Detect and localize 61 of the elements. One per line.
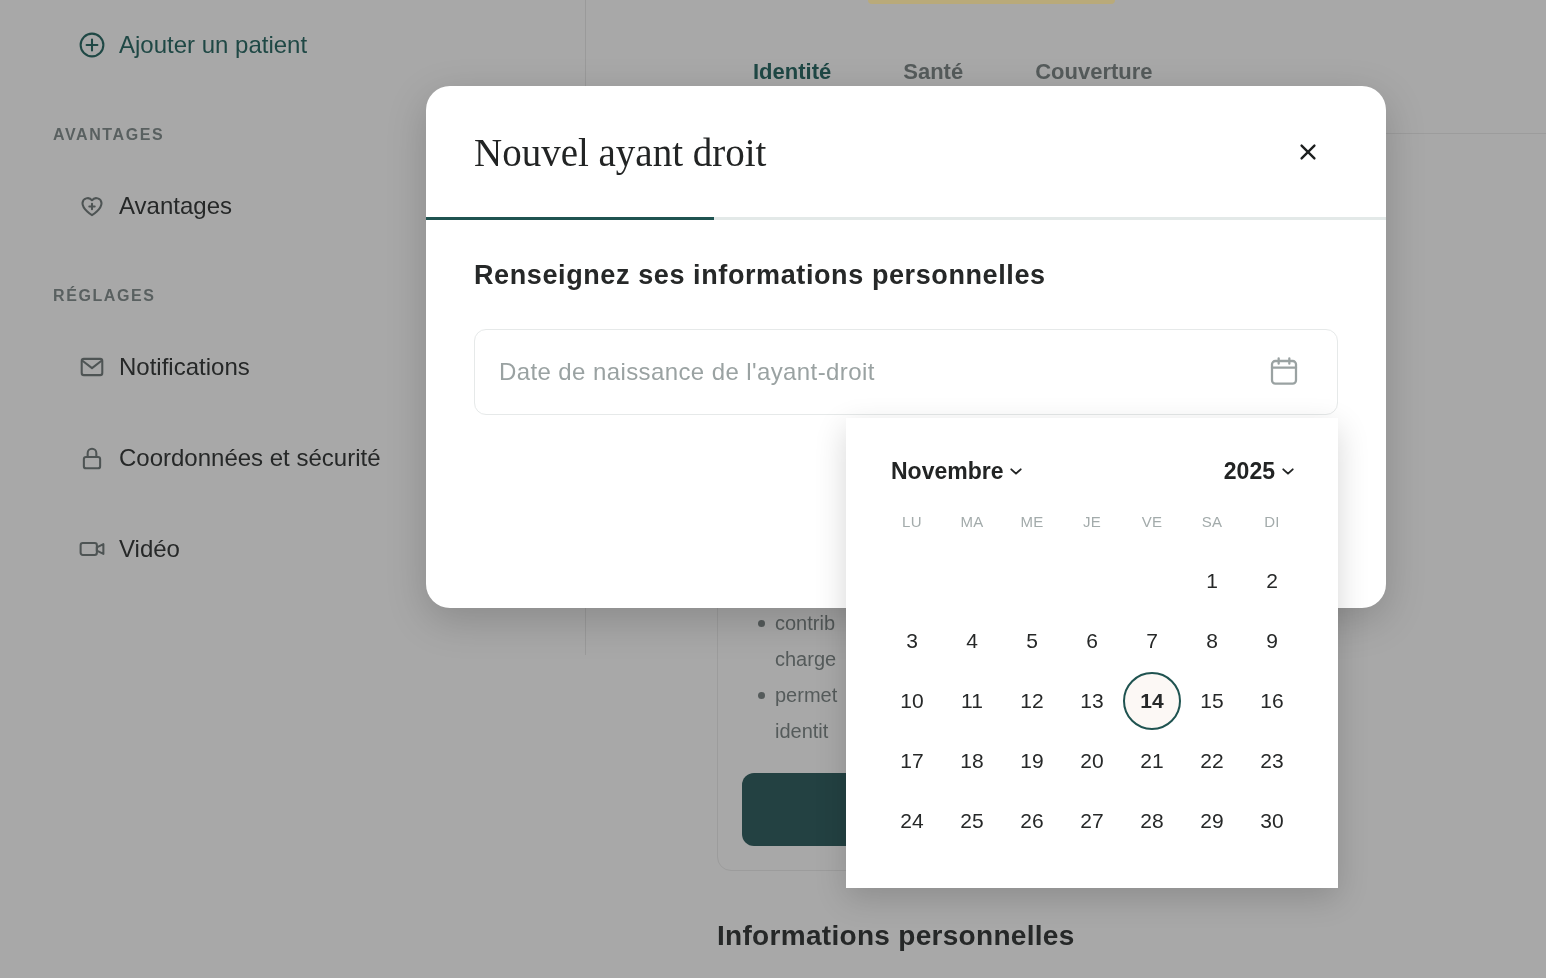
calendar-day[interactable]: 20 [1063,732,1121,790]
weekday-label: SA [1201,512,1223,530]
weekday-label: MA [960,512,984,530]
plus-circle-icon [79,32,105,58]
list-text: charge [775,647,837,672]
section-heading: Informations personnelles [717,919,1075,953]
calendar-day[interactable]: 11 [943,672,1001,730]
calendar-day[interactable]: 30 [1243,792,1301,850]
bullet-icon [758,692,765,699]
tab[interactable]: Identité [753,58,832,86]
calendar-day[interactable]: 26 [1003,792,1061,850]
calendar-day[interactable]: 24 [883,792,941,850]
calendar-day[interactable]: 12 [1003,672,1061,730]
add-patient-link[interactable]: Ajouter un patient [79,21,308,69]
modal-title: Nouvel ayant droit [474,130,767,175]
calendar-day[interactable]: 15 [1183,672,1241,730]
calendar-day[interactable]: 22 [1183,732,1241,790]
sidebar-item[interactable]: Coordonnées et sécurité [79,434,381,482]
calendar-day[interactable]: 19 [1003,732,1061,790]
calendar-day[interactable]: 4 [943,612,1001,670]
section-label: AVANTAGES [53,125,165,145]
calendar-day[interactable]: 13 [1063,672,1121,730]
weekday-label: LU [902,512,922,530]
calendar-day[interactable]: 29 [1183,792,1241,850]
calendar-day[interactable]: 6 [1063,612,1121,670]
calendar-icon[interactable] [1268,355,1300,387]
calendar-day[interactable]: 7 [1123,612,1181,670]
calendar-day[interactable]: 14 [1123,672,1181,730]
list-text: identit [775,719,829,744]
date-field[interactable]: Date de naissance de l'ayant-droit [474,329,1338,415]
calendar-day[interactable]: 16 [1243,672,1301,730]
calendar-day[interactable]: 21 [1123,732,1181,790]
calendar-day[interactable]: 17 [883,732,941,790]
calendar-day[interactable]: 5 [1003,612,1061,670]
calendar-day[interactable]: 2 [1243,552,1301,610]
calendar-day[interactable]: 3 [883,612,941,670]
list-text: permet [775,683,838,708]
sidebar-item[interactable]: Avantages [79,182,232,230]
calendar-day[interactable]: 27 [1063,792,1121,850]
list-text: contrib [775,611,836,636]
weekday-label: ME [1020,512,1044,530]
form-heading: Renseignez ses informations personnelles [474,259,1046,291]
calendar-day[interactable]: 28 [1123,792,1181,850]
sidebar-item[interactable]: Notifications [79,343,250,391]
bullet-icon [758,620,765,627]
sidebar-item[interactable]: Vidéo [79,525,180,573]
calendar-day[interactable]: 25 [943,792,1001,850]
calendar-day[interactable]: 1 [1183,552,1241,610]
chevron-down-icon [1282,467,1294,475]
calendar-day[interactable]: 8 [1183,612,1241,670]
calendar-day[interactable]: 10 [883,672,941,730]
weekday-label: VE [1141,512,1163,530]
section-label: RÉGLAGES [53,285,156,306]
year-dropdown[interactable]: 2025 [1223,457,1294,485]
calendar-day[interactable]: 18 [943,732,1001,790]
weekday-label: JE [1082,512,1102,530]
calendar-day[interactable]: 9 [1243,612,1301,670]
chevron-down-icon [1010,467,1023,475]
weekday-label: DI [1264,512,1280,530]
month-dropdown[interactable]: Novembre [891,457,1023,485]
calendar-day[interactable]: 23 [1243,732,1301,790]
